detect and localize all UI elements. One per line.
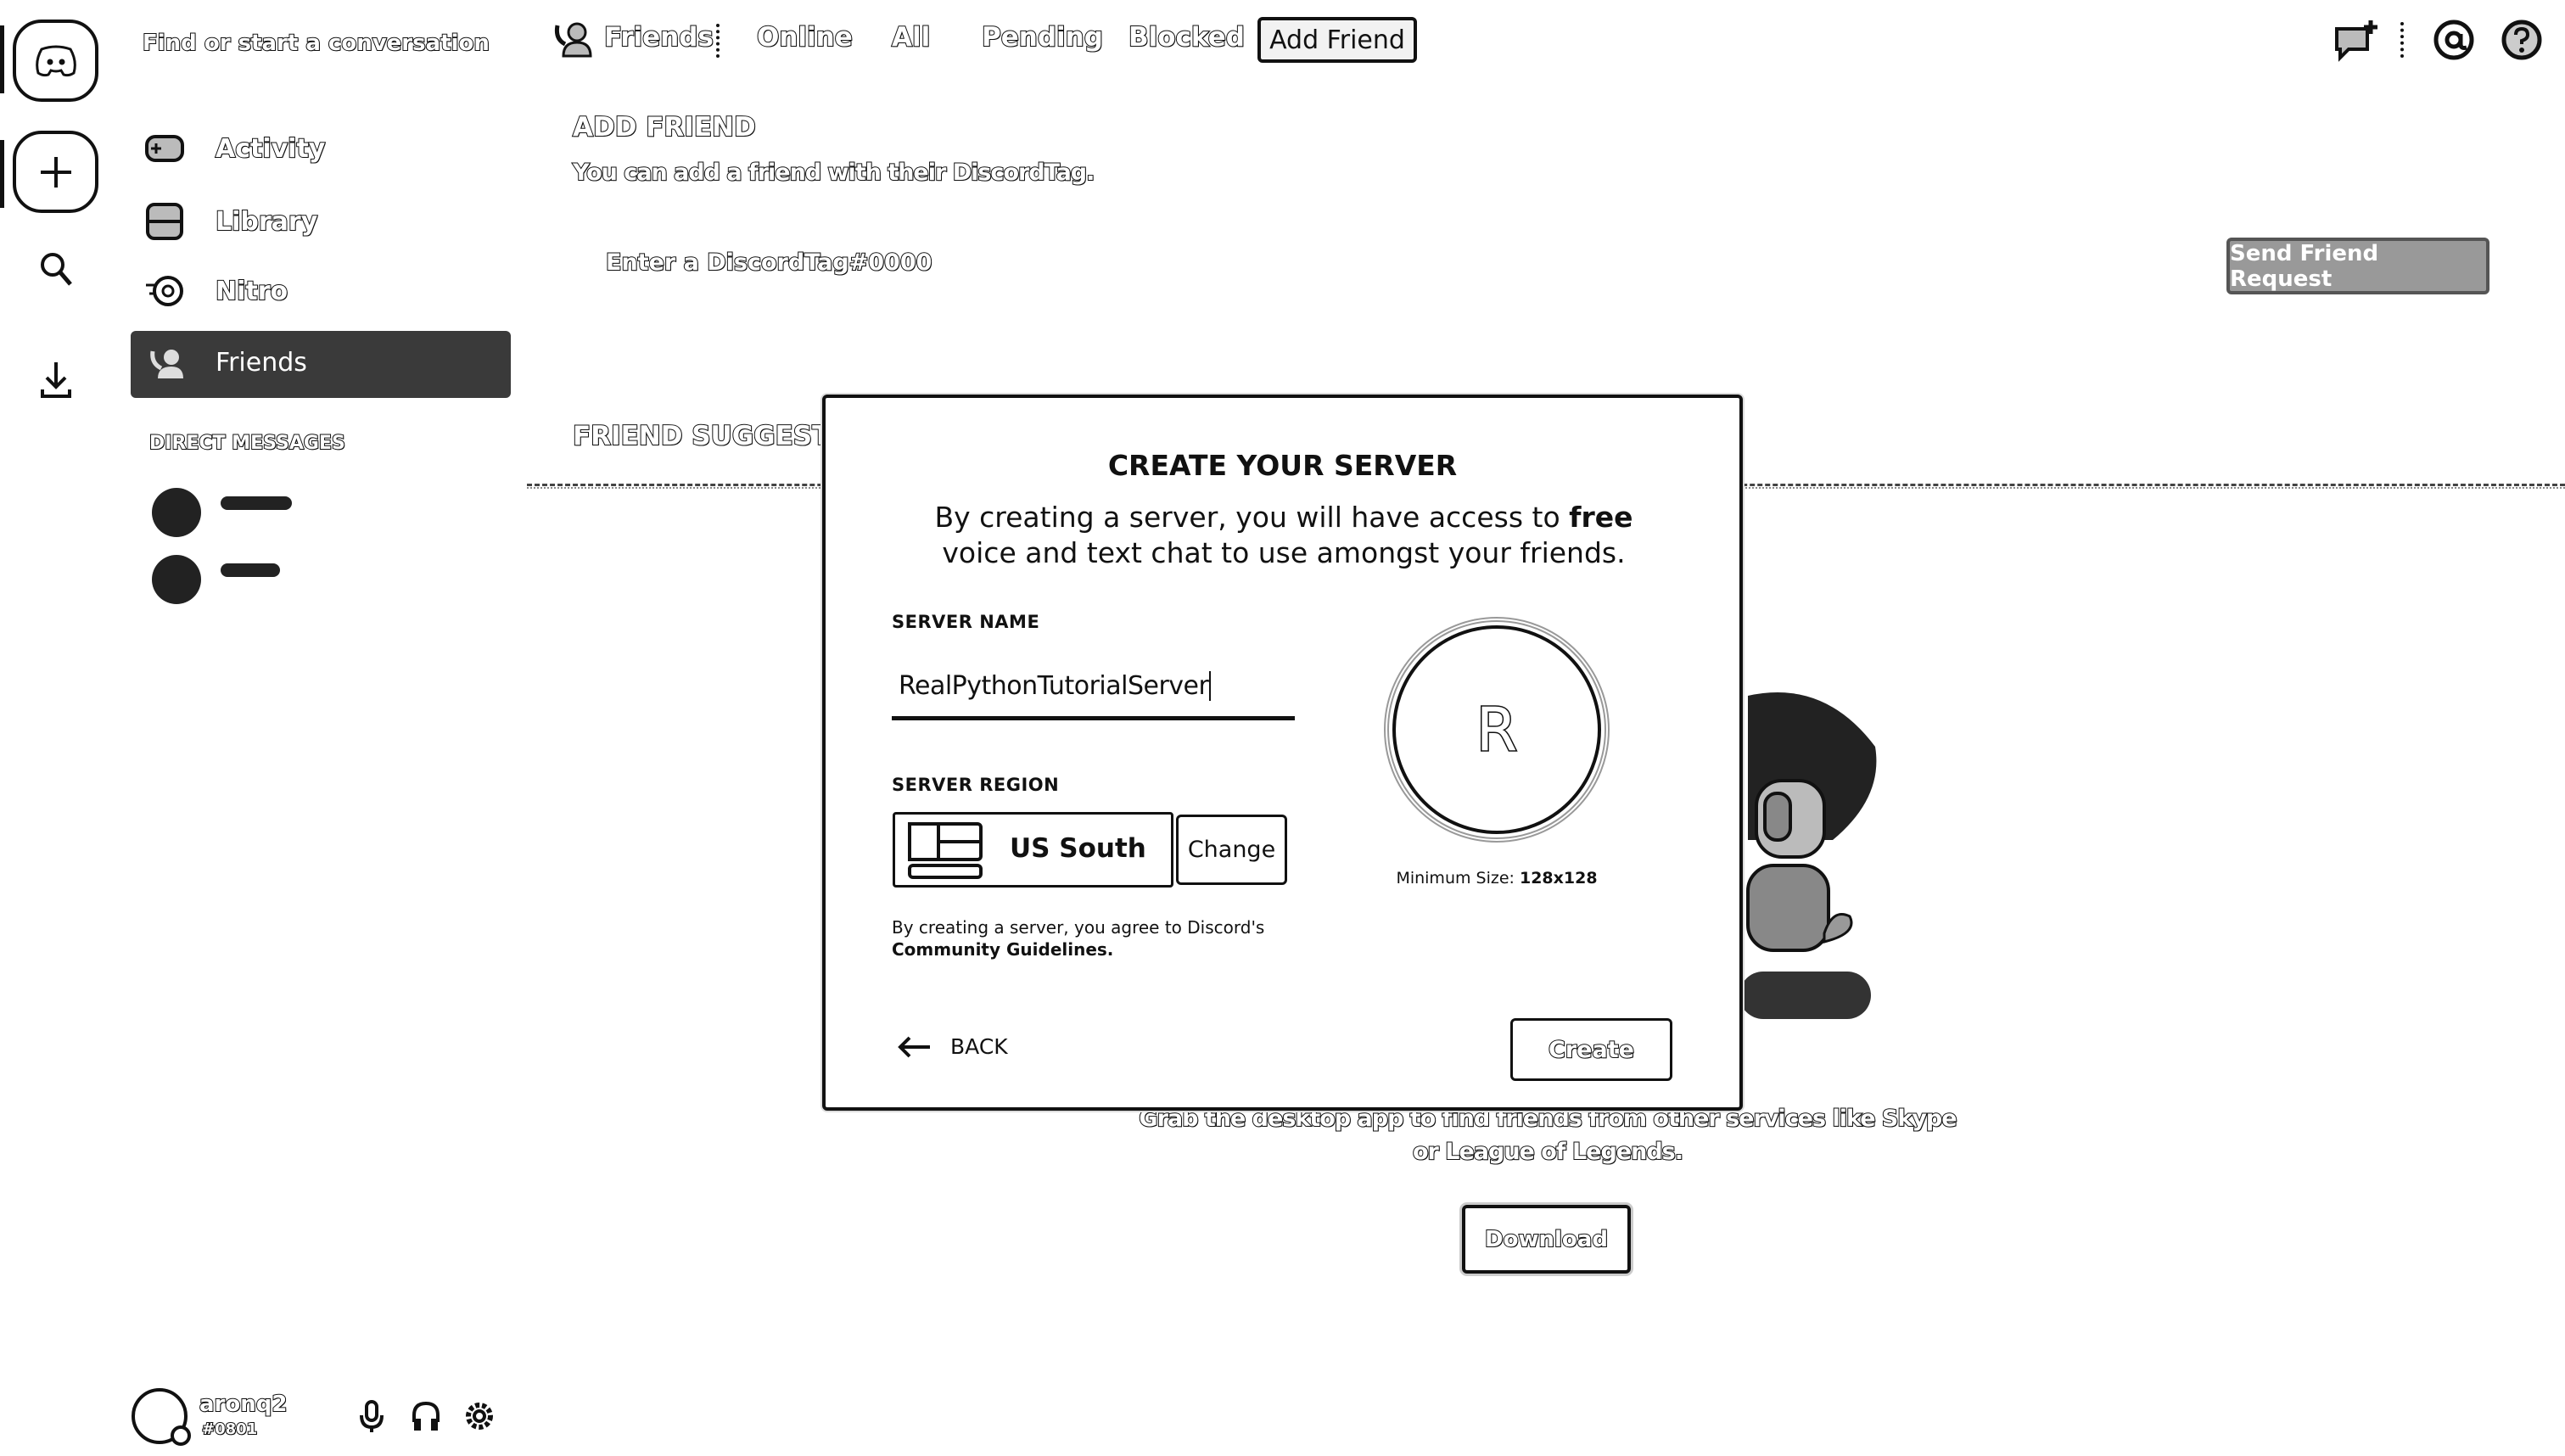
mute-button[interactable] bbox=[358, 1400, 385, 1434]
us-flag-icon bbox=[908, 822, 983, 879]
add-server-button[interactable] bbox=[13, 131, 98, 213]
library-icon bbox=[146, 203, 183, 240]
selected-indicator bbox=[0, 25, 4, 93]
sidebar-item-activity[interactable]: Activity bbox=[144, 132, 326, 165]
status-indicator bbox=[171, 1425, 191, 1446]
dm-name-placeholder[interactable] bbox=[221, 563, 280, 577]
deafen-button[interactable] bbox=[411, 1400, 441, 1432]
user-settings-button[interactable] bbox=[463, 1400, 496, 1432]
home-button[interactable] bbox=[13, 20, 98, 102]
create-server-modal: CREATE YOUR SERVER By creating a server,… bbox=[822, 395, 1743, 1111]
tab-online[interactable]: Online bbox=[756, 21, 854, 53]
desc-text: By creating a server, you will have acce… bbox=[934, 501, 1570, 534]
region-name: US South bbox=[1010, 833, 1146, 864]
change-region-button[interactable]: Change bbox=[1176, 815, 1287, 885]
nitro-icon bbox=[146, 276, 183, 306]
discord-tag-input[interactable]: Enter a DiscordTag#0000 bbox=[605, 249, 932, 277]
back-label: BACK bbox=[950, 1034, 1008, 1059]
sidebar-item-friends[interactable]: Friends bbox=[131, 331, 511, 398]
explore-servers-button[interactable] bbox=[39, 251, 73, 287]
add-friend-title: ADD FRIEND bbox=[572, 111, 757, 143]
download-apps-button[interactable] bbox=[39, 361, 73, 400]
help-icon bbox=[2501, 20, 2542, 60]
back-button[interactable]: BACK bbox=[898, 1034, 1008, 1059]
direct-messages-header: DIRECT MESSAGES bbox=[148, 432, 346, 455]
tab-pending[interactable]: Pending bbox=[981, 21, 1104, 53]
friend-suggestions-title: FRIEND SUGGESTIONS bbox=[573, 421, 827, 451]
agreement-text: By creating a server, you agree to Disco… bbox=[892, 917, 1265, 938]
rail-indicator bbox=[0, 140, 4, 208]
gamepad-icon bbox=[145, 135, 184, 162]
sidebar-item-label: Friends bbox=[216, 348, 307, 378]
desktop-app-line2: or League of Legends. bbox=[1412, 1138, 1684, 1166]
server-region-label: SERVER REGION bbox=[892, 775, 1060, 795]
friends-icon bbox=[150, 350, 183, 378]
modal-description: By creating a server, you will have acce… bbox=[893, 500, 1674, 571]
server-icon-upload[interactable]: R bbox=[1384, 617, 1610, 843]
friends-nav-icon bbox=[554, 22, 592, 58]
sidebar-item-label: Nitro bbox=[215, 276, 288, 307]
desc-bold: free bbox=[1569, 501, 1633, 534]
desc-text: voice and text chat to use amongst your … bbox=[942, 536, 1626, 569]
tab-friends[interactable]: Friends bbox=[603, 21, 714, 53]
mentions-button[interactable] bbox=[2433, 19, 2475, 61]
server-name-value: RealPythonTutorialServer bbox=[899, 671, 1212, 701]
at-sign-icon bbox=[2433, 20, 2474, 60]
min-size-label: Minimum Size: bbox=[1396, 869, 1520, 888]
region-display: US South bbox=[893, 812, 1173, 888]
community-guidelines-link[interactable]: Community Guidelines. bbox=[892, 939, 1113, 960]
search-icon bbox=[41, 253, 72, 286]
send-friend-request-button[interactable]: Send Friend Request bbox=[2226, 238, 2489, 294]
min-size-value: 128x128 bbox=[1519, 869, 1598, 888]
discord-logo-icon bbox=[35, 45, 76, 76]
arrow-left-icon bbox=[898, 1036, 930, 1057]
sidebar-item-label: Activity bbox=[215, 133, 326, 165]
dm-avatar[interactable] bbox=[152, 488, 201, 537]
server-icon-letter: R bbox=[1475, 694, 1519, 766]
new-group-dm-button[interactable] bbox=[2333, 17, 2381, 63]
new-message-icon bbox=[2335, 20, 2377, 62]
microphone-icon bbox=[360, 1400, 384, 1432]
user-avatar[interactable] bbox=[132, 1388, 191, 1446]
nav-divider bbox=[716, 24, 720, 58]
search-conversation-input[interactable]: Find or start a conversation bbox=[142, 30, 490, 57]
headphones-icon bbox=[412, 1401, 440, 1431]
tab-blocked[interactable]: Blocked bbox=[1128, 21, 1246, 53]
toolbar-divider bbox=[2400, 22, 2404, 58]
plus-icon bbox=[40, 156, 71, 188]
user-tag: #0801 bbox=[201, 1420, 258, 1439]
sidebar-item-label: Library bbox=[215, 206, 318, 238]
add-friend-subtitle: You can add a friend with their DiscordT… bbox=[572, 159, 1095, 187]
gear-icon bbox=[466, 1403, 493, 1430]
server-name-label: SERVER NAME bbox=[892, 612, 1040, 632]
tab-all[interactable]: All bbox=[891, 21, 931, 53]
dm-avatar[interactable] bbox=[152, 555, 201, 604]
sidebar-item-library[interactable]: Library bbox=[144, 202, 318, 241]
server-name-input[interactable]: RealPythonTutorialServer bbox=[892, 661, 1295, 720]
tab-add-friend[interactable]: Add Friend bbox=[1257, 17, 1417, 63]
help-button[interactable] bbox=[2501, 19, 2543, 61]
sidebar-item-nitro[interactable]: Nitro bbox=[144, 273, 288, 309]
dm-name-placeholder[interactable] bbox=[221, 496, 292, 510]
download-button[interactable]: Download bbox=[1462, 1205, 1631, 1274]
download-icon bbox=[41, 362, 71, 398]
username: aronq2 bbox=[199, 1391, 288, 1418]
modal-title: CREATE YOUR SERVER bbox=[1107, 449, 1458, 482]
minimum-size-text: Minimum Size: 128x128 bbox=[1327, 869, 1666, 888]
create-button[interactable]: Create bbox=[1510, 1018, 1672, 1081]
